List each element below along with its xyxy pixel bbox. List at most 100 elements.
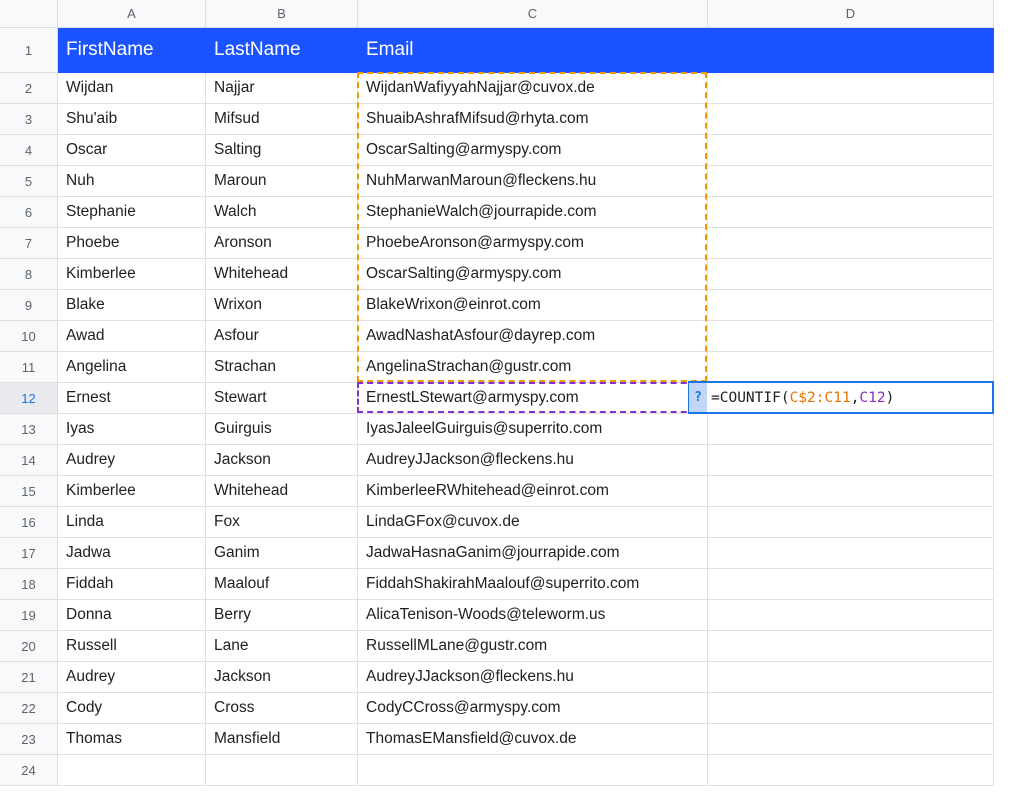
cell-C19[interactable]: AlicaTenison-Woods@teleworm.us — [358, 600, 708, 631]
cell-B22[interactable]: Cross — [206, 693, 358, 724]
cell-A12[interactable]: Ernest — [58, 383, 206, 414]
cell-A2[interactable]: Wijdan — [58, 73, 206, 104]
cell-B15[interactable]: Whitehead — [206, 476, 358, 507]
cell-A17[interactable]: Jadwa — [58, 538, 206, 569]
cell-B12[interactable]: Stewart — [206, 383, 358, 414]
row-header-23[interactable]: 23 — [0, 724, 58, 755]
row-header-9[interactable]: 9 — [0, 290, 58, 321]
cell-D15[interactable] — [708, 476, 994, 507]
row-header-8[interactable]: 8 — [0, 259, 58, 290]
row-header-15[interactable]: 15 — [0, 476, 58, 507]
row-header-10[interactable]: 10 — [0, 321, 58, 352]
cell-B6[interactable]: Walch — [206, 197, 358, 228]
cell-B8[interactable]: Whitehead — [206, 259, 358, 290]
cell-D10[interactable] — [708, 321, 994, 352]
cell-B11[interactable]: Strachan — [206, 352, 358, 383]
row-header-6[interactable]: 6 — [0, 197, 58, 228]
cell-B13[interactable]: Guirguis — [206, 414, 358, 445]
cell-A3[interactable]: Shu'aib — [58, 104, 206, 135]
cell-C10[interactable]: AwadNashatAsfour@dayrep.com — [358, 321, 708, 352]
cell-C12[interactable]: ErnestLStewart@armyspy.com — [358, 383, 708, 414]
cell-A5[interactable]: Nuh — [58, 166, 206, 197]
cell-B18[interactable]: Maalouf — [206, 569, 358, 600]
cell-A9[interactable]: Blake — [58, 290, 206, 321]
cell-B1[interactable]: LastName — [206, 28, 358, 73]
cell-C7[interactable]: PhoebeAronson@armyspy.com — [358, 228, 708, 259]
cell-B23[interactable]: Mansfield — [206, 724, 358, 755]
cell-C22[interactable]: CodyCCross@armyspy.com — [358, 693, 708, 724]
row-header-24[interactable]: 24 — [0, 755, 58, 786]
cell-C17[interactable]: JadwaHasnaGanim@jourrapide.com — [358, 538, 708, 569]
cell-B4[interactable]: Salting — [206, 135, 358, 166]
cell-C16[interactable]: LindaGFox@cuvox.de — [358, 507, 708, 538]
cell-A20[interactable]: Russell — [58, 631, 206, 662]
cell-D6[interactable] — [708, 197, 994, 228]
cell-D5[interactable] — [708, 166, 994, 197]
cell-B9[interactable]: Wrixon — [206, 290, 358, 321]
cell-A7[interactable]: Phoebe — [58, 228, 206, 259]
cell-A11[interactable]: Angelina — [58, 352, 206, 383]
cell-C13[interactable]: IyasJaleelGuirguis@superrito.com — [358, 414, 708, 445]
cell-A6[interactable]: Stephanie — [58, 197, 206, 228]
row-header-21[interactable]: 21 — [0, 662, 58, 693]
cell-D9[interactable] — [708, 290, 994, 321]
cell-A16[interactable]: Linda — [58, 507, 206, 538]
row-header-22[interactable]: 22 — [0, 693, 58, 724]
cell-D8[interactable] — [708, 259, 994, 290]
cell-B7[interactable]: Aronson — [206, 228, 358, 259]
cell-C6[interactable]: StephanieWalch@jourrapide.com — [358, 197, 708, 228]
row-header-17[interactable]: 17 — [0, 538, 58, 569]
cell-B3[interactable]: Mifsud — [206, 104, 358, 135]
cell-C1[interactable]: Email — [358, 28, 708, 73]
cell-D22[interactable] — [708, 693, 994, 724]
cell-C4[interactable]: OscarSalting@armyspy.com — [358, 135, 708, 166]
cell-B10[interactable]: Asfour — [206, 321, 358, 352]
cell-A23[interactable]: Thomas — [58, 724, 206, 755]
cell-D17[interactable] — [708, 538, 994, 569]
row-header-19[interactable]: 19 — [0, 600, 58, 631]
row-header-20[interactable]: 20 — [0, 631, 58, 662]
cell-C23[interactable]: ThomasEMansfield@cuvox.de — [358, 724, 708, 755]
row-headers[interactable]: 123456789101112131415161718192021222324 — [0, 28, 58, 786]
cell-A4[interactable]: Oscar — [58, 135, 206, 166]
row-header-11[interactable]: 11 — [0, 352, 58, 383]
row-header-7[interactable]: 7 — [0, 228, 58, 259]
cell-C20[interactable]: RussellMLane@gustr.com — [358, 631, 708, 662]
col-header-B[interactable]: B — [206, 0, 358, 28]
cell-D2[interactable] — [708, 73, 994, 104]
column-headers[interactable]: ABCD — [58, 0, 994, 28]
cell-D20[interactable] — [708, 631, 994, 662]
cell-D7[interactable] — [708, 228, 994, 259]
cell-A19[interactable]: Donna — [58, 600, 206, 631]
cell-D16[interactable] — [708, 507, 994, 538]
cell-B16[interactable]: Fox — [206, 507, 358, 538]
cell-C21[interactable]: AudreyJJackson@fleckens.hu — [358, 662, 708, 693]
row-header-14[interactable]: 14 — [0, 445, 58, 476]
cell-D23[interactable] — [708, 724, 994, 755]
formula-help-icon[interactable]: ? — [689, 383, 707, 412]
row-header-1[interactable]: 1 — [0, 28, 58, 73]
cell-B21[interactable]: Jackson — [206, 662, 358, 693]
cell-B14[interactable]: Jackson — [206, 445, 358, 476]
cell-D19[interactable] — [708, 600, 994, 631]
cell-A13[interactable]: Iyas — [58, 414, 206, 445]
cell-C15[interactable]: KimberleeRWhitehead@einrot.com — [358, 476, 708, 507]
cell-A1[interactable]: FirstName — [58, 28, 206, 73]
row-header-18[interactable]: 18 — [0, 569, 58, 600]
select-all-corner[interactable] — [0, 0, 58, 28]
row-header-12[interactable]: 12 — [0, 383, 58, 414]
cell-C18[interactable]: FiddahShakirahMaalouf@superrito.com — [358, 569, 708, 600]
cell-B17[interactable]: Ganim — [206, 538, 358, 569]
cell-D1[interactable] — [708, 28, 994, 73]
cell-C3[interactable]: ShuaibAshrafMifsud@rhyta.com — [358, 104, 708, 135]
formula-text[interactable]: =COUNTIF(C$2:C11,C12) — [711, 390, 894, 406]
cell-D3[interactable] — [708, 104, 994, 135]
cell-B20[interactable]: Lane — [206, 631, 358, 662]
cell-A22[interactable]: Cody — [58, 693, 206, 724]
row-header-3[interactable]: 3 — [0, 104, 58, 135]
col-header-C[interactable]: C — [358, 0, 708, 28]
cell-A14[interactable]: Audrey — [58, 445, 206, 476]
cell-B24[interactable] — [206, 755, 358, 786]
cell-B19[interactable]: Berry — [206, 600, 358, 631]
cell-C14[interactable]: AudreyJJackson@fleckens.hu — [358, 445, 708, 476]
